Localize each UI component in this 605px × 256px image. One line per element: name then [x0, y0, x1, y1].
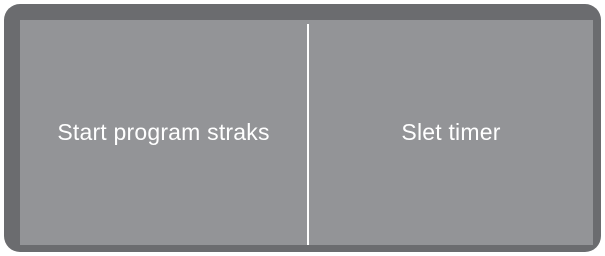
touch-screen: Start program straks Slet timer	[20, 20, 593, 245]
start-program-now-button[interactable]: Start program straks	[20, 20, 307, 245]
delete-timer-label: Slet timer	[401, 119, 501, 145]
display-frame: Start program straks Slet timer	[4, 4, 601, 252]
delete-timer-button[interactable]: Slet timer	[309, 20, 593, 245]
start-program-now-label: Start program straks	[57, 119, 270, 145]
